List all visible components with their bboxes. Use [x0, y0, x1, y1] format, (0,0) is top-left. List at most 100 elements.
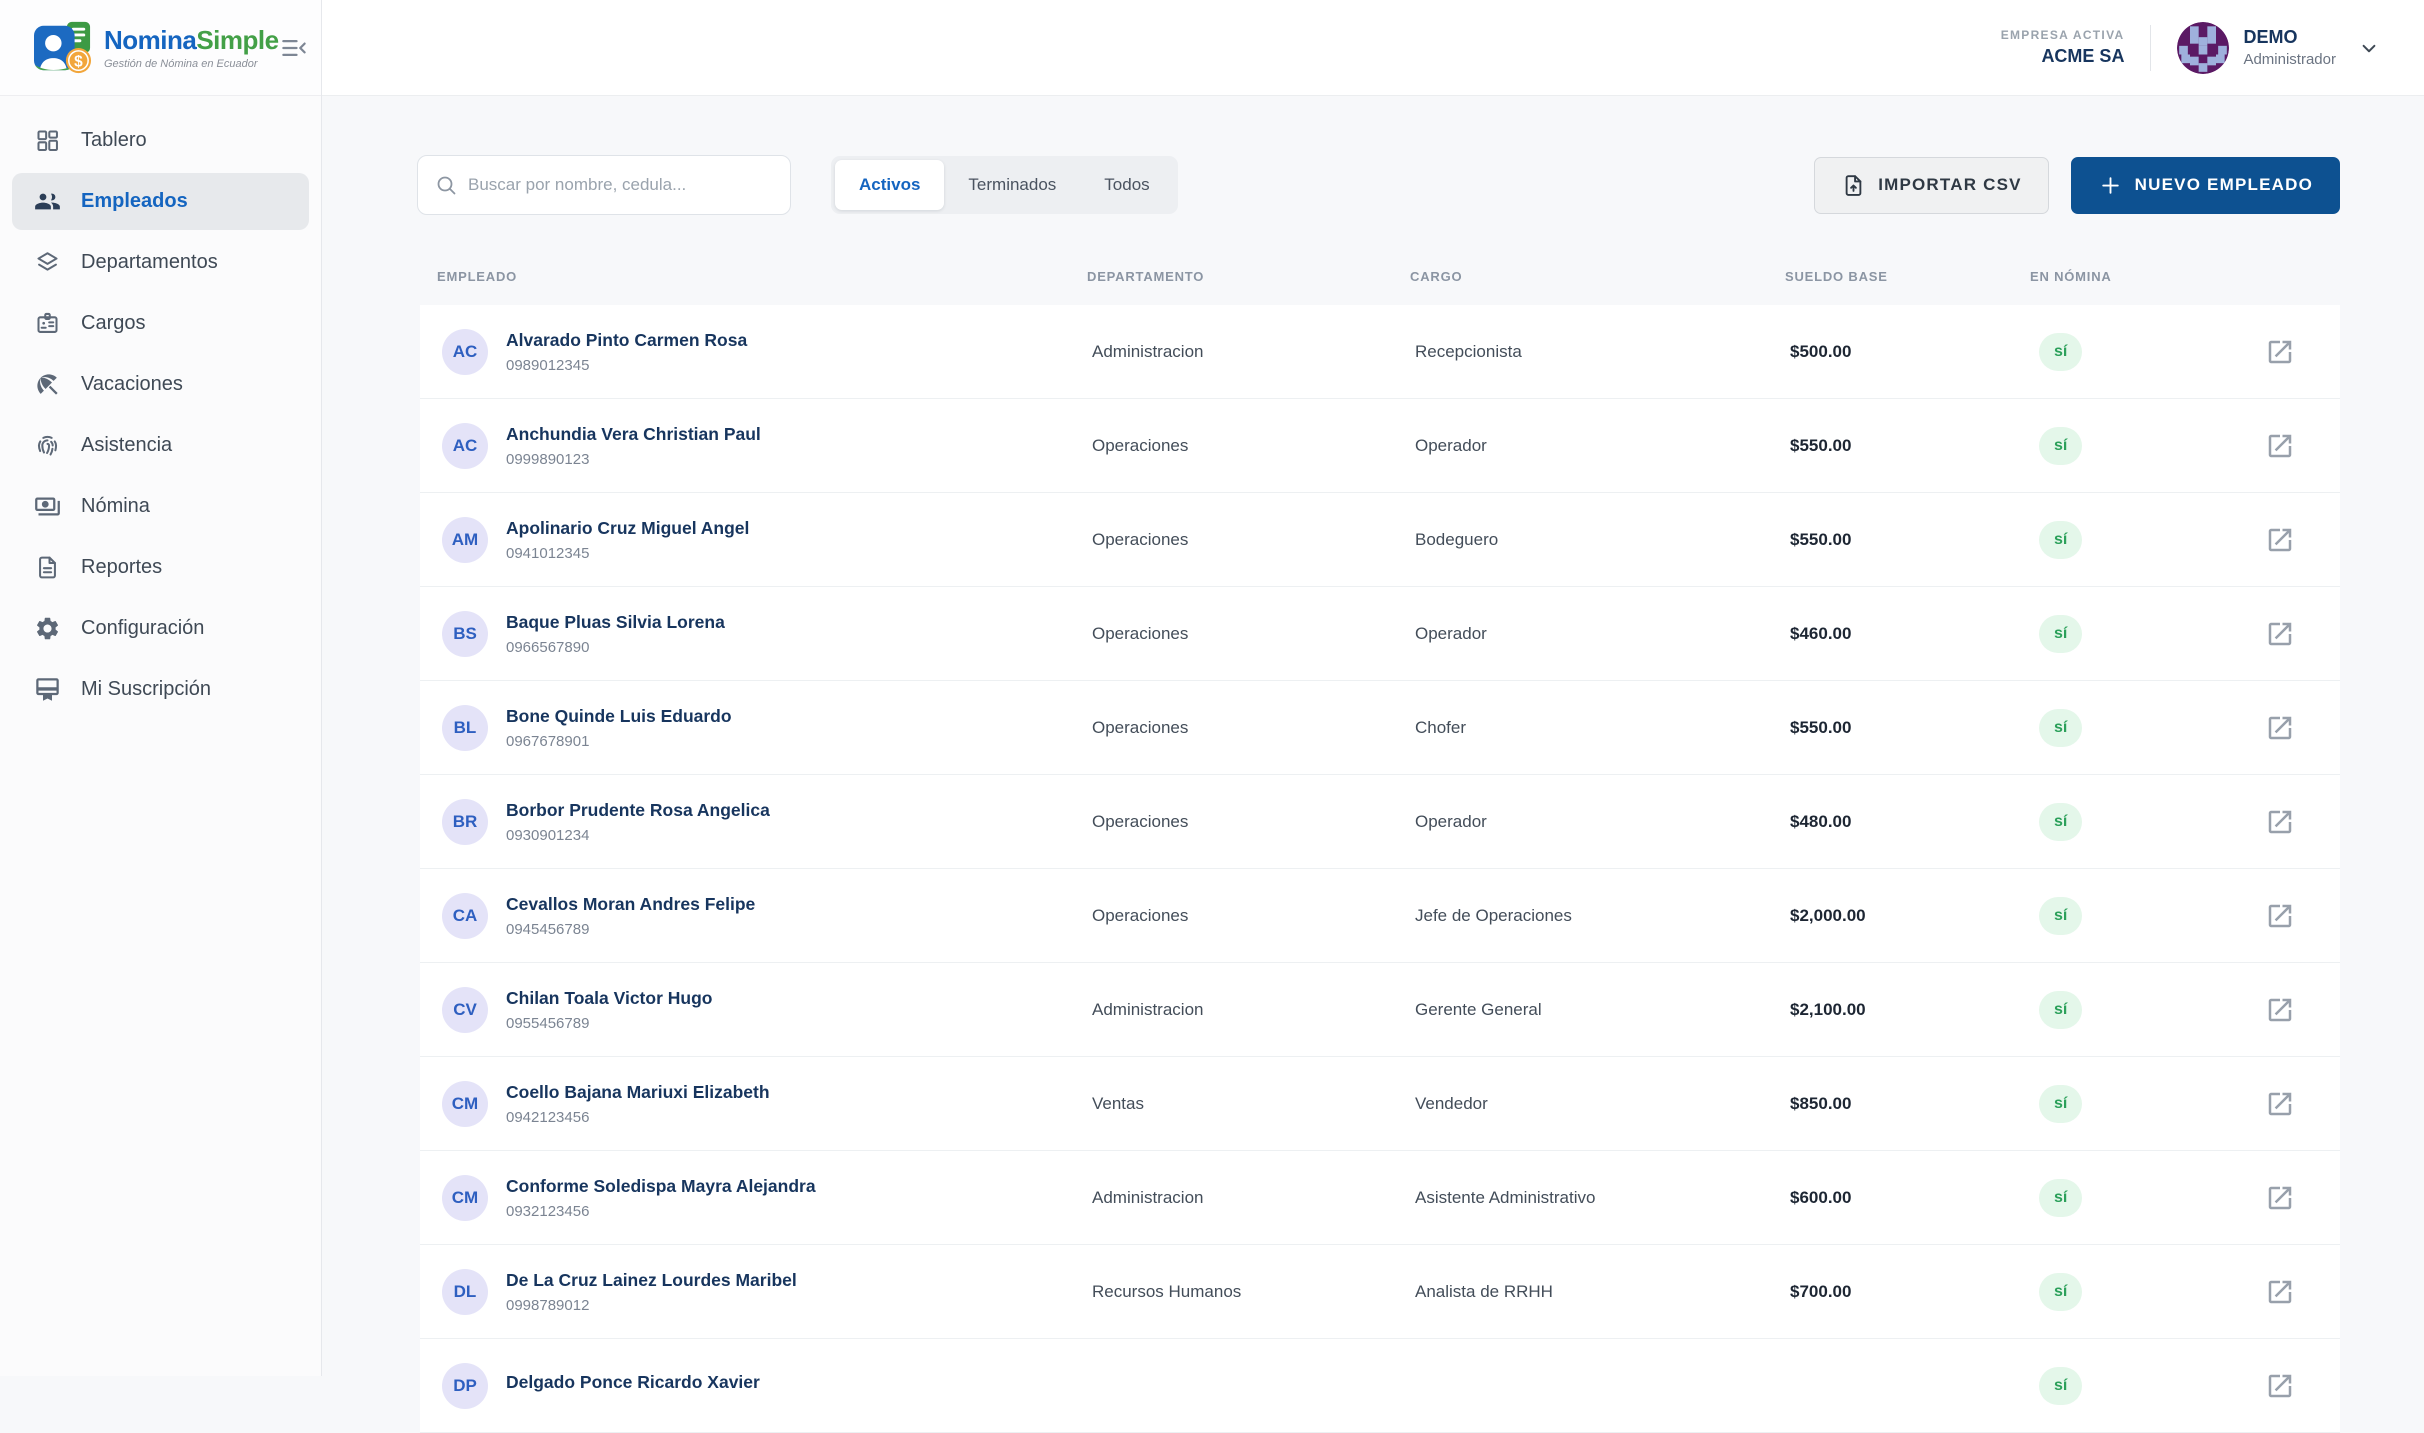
- open-employee-button[interactable]: [2265, 1089, 2295, 1119]
- search-input[interactable]: [468, 175, 774, 195]
- sidebar-item-n-mina[interactable]: Nómina: [12, 478, 309, 535]
- table-header-row: EMPLEADODEPARTAMENTOCARGOSUELDO BASEEN N…: [420, 248, 2340, 305]
- employee-name-link[interactable]: Chilan Toala Victor Hugo: [506, 988, 712, 1009]
- employee-name-link[interactable]: Conforme Soledispa Mayra Alejandra: [506, 1176, 816, 1197]
- open-employee-button[interactable]: [2265, 337, 2295, 367]
- employee-name-link[interactable]: Coello Bajana Mariuxi Elizabeth: [506, 1082, 770, 1103]
- employee-name-link[interactable]: Cevallos Moran Andres Felipe: [506, 894, 755, 915]
- salary-cell: $700.00: [1790, 1282, 2035, 1302]
- open-employee-button[interactable]: [2265, 807, 2295, 837]
- import-csv-button[interactable]: IMPORTAR CSV: [1814, 157, 2048, 214]
- open-employee-button[interactable]: [2265, 619, 2295, 649]
- employee-avatar: DL: [442, 1269, 488, 1315]
- tab-todos[interactable]: Todos: [1080, 160, 1173, 210]
- department-cell: Administracion: [1092, 1000, 1415, 1020]
- department-cell: Operaciones: [1092, 906, 1415, 926]
- menu-open-icon[interactable]: [279, 31, 309, 65]
- employee-name-link[interactable]: Anchundia Vera Christian Paul: [506, 424, 761, 445]
- employee-avatar: DP: [442, 1363, 488, 1409]
- tab-label: Todos: [1104, 175, 1149, 195]
- avatar-initials: AC: [453, 436, 478, 456]
- en-nomina-cell: sí: [2035, 427, 2250, 465]
- sidebar-item-label: Departamentos: [81, 251, 218, 274]
- payroll-icon: [34, 493, 61, 520]
- tab-activos[interactable]: Activos: [835, 160, 944, 210]
- en-nomina-cell: sí: [2035, 803, 2250, 841]
- sidebar-item-configuraci-n[interactable]: Configuración: [12, 600, 309, 657]
- employee-name-link[interactable]: Baque Pluas Silvia Lorena: [506, 612, 725, 633]
- department-cell: Operaciones: [1092, 624, 1415, 644]
- sidebar-item-departamentos[interactable]: Departamentos: [12, 234, 309, 291]
- employee-cedula: 0955456789: [506, 1015, 712, 1032]
- sidebar-item-empleados[interactable]: Empleados: [12, 173, 309, 230]
- sidebar-item-reportes[interactable]: Reportes: [12, 539, 309, 596]
- sidebar-item-cargos[interactable]: Cargos: [12, 295, 309, 352]
- company-name: ACME SA: [2001, 46, 2125, 67]
- employee-name-link[interactable]: De La Cruz Lainez Lourdes Maribel: [506, 1270, 797, 1291]
- open-employee-button[interactable]: [2265, 431, 2295, 461]
- avatar-initials: DL: [454, 1282, 477, 1302]
- open-employee-button[interactable]: [2265, 1183, 2295, 1213]
- open-employee-button[interactable]: [2265, 1277, 2295, 1307]
- salary-cell: $600.00: [1790, 1188, 2035, 1208]
- action-cell: [2250, 619, 2310, 649]
- table-row: AM Apolinario Cruz Miguel Angel 09410123…: [420, 493, 2340, 587]
- en-nomina-cell: sí: [2035, 709, 2250, 747]
- en-nomina-cell: sí: [2035, 1273, 2250, 1311]
- action-cell: [2250, 1183, 2310, 1213]
- en-nomina-badge: sí: [2039, 333, 2082, 371]
- positions-icon: [34, 310, 61, 337]
- en-nomina-cell: sí: [2035, 615, 2250, 653]
- department-cell: Administracion: [1092, 342, 1415, 362]
- chevron-down-icon: [2356, 35, 2382, 61]
- employee-name-link[interactable]: Apolinario Cruz Miguel Angel: [506, 518, 749, 539]
- table-row: BS Baque Pluas Silvia Lorena 0966567890 …: [420, 587, 2340, 681]
- avatar-initials: AM: [452, 530, 478, 550]
- subscription-icon: [34, 676, 61, 703]
- employee-avatar: CM: [442, 1175, 488, 1221]
- position-cell: Chofer: [1415, 718, 1790, 738]
- employees-table: EMPLEADODEPARTAMENTOCARGOSUELDO BASEEN N…: [420, 248, 2340, 1376]
- tab-label: Activos: [859, 175, 920, 195]
- action-cell: [2250, 525, 2310, 555]
- sidebar-item-vacaciones[interactable]: Vacaciones: [12, 356, 309, 413]
- employee-cell: DL De La Cruz Lainez Lourdes Maribel 099…: [442, 1269, 1092, 1315]
- salary-cell: $850.00: [1790, 1094, 2035, 1114]
- user-menu[interactable]: DEMO Administrador: [2177, 22, 2382, 74]
- en-nomina-cell: sí: [2035, 1179, 2250, 1217]
- sidebar-item-mi-suscripci-n[interactable]: Mi Suscripción: [12, 661, 309, 718]
- department-cell: Ventas: [1092, 1094, 1415, 1114]
- employee-name-link[interactable]: Alvarado Pinto Carmen Rosa: [506, 330, 747, 351]
- sidebar-item-asistencia[interactable]: Asistencia: [12, 417, 309, 474]
- action-cell: [2250, 713, 2310, 743]
- avatar-initials: BL: [454, 718, 477, 738]
- en-nomina-badge: sí: [2039, 1273, 2082, 1311]
- action-cell: [2250, 1089, 2310, 1119]
- tab-terminados[interactable]: Terminados: [944, 160, 1080, 210]
- open-employee-button[interactable]: [2265, 995, 2295, 1025]
- column-header: EN NÓMINA: [2030, 269, 2245, 284]
- plus-icon: [2098, 173, 2123, 198]
- employee-name-link[interactable]: Delgado Ponce Ricardo Xavier: [506, 1372, 760, 1393]
- topbar: EMPRESA ACTIVA ACME SA DEMO: [322, 0, 2424, 96]
- sidebar-item-tablero[interactable]: Tablero: [12, 112, 309, 169]
- action-cell: [2250, 995, 2310, 1025]
- avatar-initials: DP: [453, 1376, 477, 1396]
- position-cell: Bodeguero: [1415, 530, 1790, 550]
- employee-cedula: 0941012345: [506, 545, 749, 562]
- new-employee-button[interactable]: NUEVO EMPLEADO: [2071, 157, 2340, 214]
- employee-name-link[interactable]: Bone Quinde Luis Eduardo: [506, 706, 732, 727]
- department-cell: Operaciones: [1092, 812, 1415, 832]
- open-employee-button[interactable]: [2265, 1371, 2295, 1401]
- avatar-initials: BR: [453, 812, 478, 832]
- upload-file-icon: [1841, 173, 1866, 198]
- employee-cedula: 0966567890: [506, 639, 725, 656]
- open-employee-button[interactable]: [2265, 525, 2295, 555]
- en-nomina-badge: sí: [2039, 991, 2082, 1029]
- employee-cell: AC Anchundia Vera Christian Paul 0999890…: [442, 423, 1092, 469]
- open-employee-button[interactable]: [2265, 901, 2295, 931]
- open-employee-button[interactable]: [2265, 713, 2295, 743]
- department-cell: Recursos Humanos: [1092, 1282, 1415, 1302]
- salary-cell: $460.00: [1790, 624, 2035, 644]
- employee-name-link[interactable]: Borbor Prudente Rosa Angelica: [506, 800, 770, 821]
